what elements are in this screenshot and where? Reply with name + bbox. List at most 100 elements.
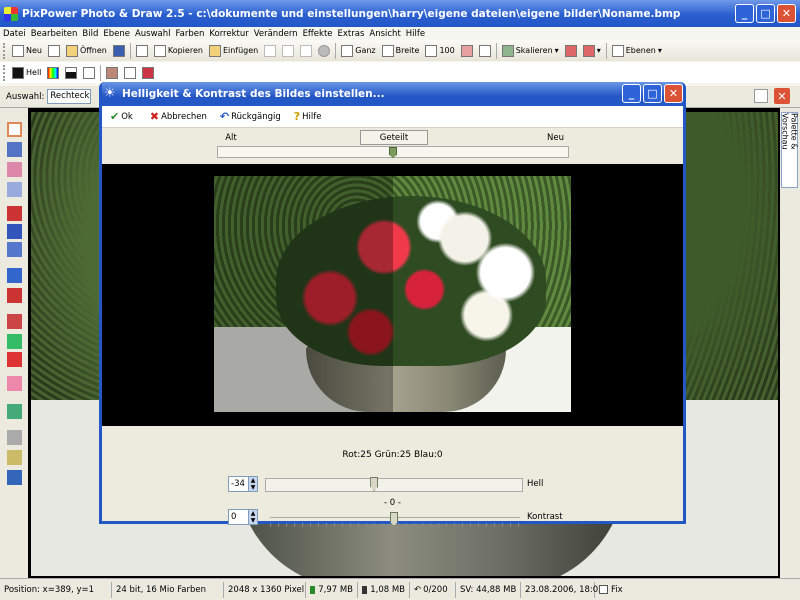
undo-arrow-icon: ↶ (414, 584, 422, 595)
record-button[interactable] (318, 44, 331, 57)
dialog-close-button[interactable]: ✕ (664, 84, 683, 103)
pipette-icon[interactable] (7, 314, 22, 329)
color-button[interactable] (47, 66, 60, 79)
ruler-icon[interactable] (7, 450, 22, 465)
light-button[interactable]: Hell (12, 66, 41, 79)
close-document-icon[interactable]: ✕ (774, 88, 790, 104)
pen-icon[interactable] (7, 206, 22, 221)
status-undo-value: 0/200 (423, 584, 448, 595)
status-sv: SV: 44,88 MB (456, 581, 521, 598)
print-button[interactable] (135, 44, 148, 57)
contrast-spinbox[interactable]: 0 ▲ ▼ (228, 509, 258, 525)
screen-button[interactable] (478, 44, 491, 57)
filter-button-3[interactable] (142, 66, 155, 79)
contrast-track[interactable] (270, 512, 520, 526)
scissors-icon (264, 44, 277, 57)
cut-button[interactable] (264, 44, 277, 57)
copy-label: Kopieren (167, 46, 203, 55)
rect-select-icon[interactable] (7, 122, 22, 137)
dialog-minimize-button[interactable]: _ (622, 84, 641, 103)
cancel-button[interactable]: ✖ Abbrechen (150, 110, 207, 123)
zoom-100-button[interactable]: 100 (425, 44, 455, 57)
page-icon (341, 44, 354, 57)
new-image-button[interactable] (47, 44, 60, 57)
fix-checkbox[interactable] (599, 585, 608, 594)
grid-button[interactable] (460, 44, 473, 57)
shapes-icon[interactable] (7, 288, 22, 303)
spray-icon[interactable] (7, 352, 22, 367)
text-tool-icon[interactable] (7, 268, 22, 283)
ok-button[interactable]: ✔ Ok (110, 110, 133, 123)
close-button[interactable]: ✕ (777, 4, 796, 23)
maximize-button[interactable]: □ (756, 4, 775, 23)
cross-icon: ✖ (149, 110, 160, 123)
brightness-track[interactable] (265, 477, 523, 492)
histogram-button[interactable] (65, 66, 78, 79)
zoom-width-button[interactable]: Breite (381, 44, 419, 57)
fill-icon[interactable] (7, 334, 22, 349)
status-size: 2048 x 1360 Pixel (224, 581, 306, 598)
magic-wand-icon[interactable] (7, 162, 22, 177)
menu-korrektur[interactable]: Korrektur (209, 29, 248, 39)
rotate-button[interactable]: ▾ (582, 44, 601, 57)
layers-button[interactable]: Ebenen ▾ (611, 44, 662, 57)
layers-label: Ebenen (625, 46, 656, 55)
toolbar-grip[interactable] (3, 64, 6, 81)
status-colors: 24 bit, 16 Mio Farben (112, 581, 224, 598)
eraser-icon[interactable] (7, 376, 22, 391)
spin-arrows-icon[interactable]: ▲ ▼ (248, 477, 257, 491)
paste-icon (208, 44, 221, 57)
split-slider-thumb[interactable] (389, 147, 397, 158)
selection-mode-field[interactable]: Rechteck (47, 89, 92, 104)
line-icon[interactable] (7, 224, 22, 239)
clone-icon[interactable] (7, 404, 22, 419)
tab-split[interactable]: Geteilt (360, 130, 428, 145)
menu-extras[interactable]: Extras (338, 29, 365, 39)
menu-hilfe[interactable]: Hilfe (406, 29, 425, 39)
palette-preview-tab[interactable]: Palette & Vorschau (781, 112, 799, 188)
menu-bearbeiten[interactable]: Bearbeiten (31, 29, 78, 39)
cursor-icon[interactable] (754, 89, 768, 103)
undo-toolbar-button[interactable] (282, 44, 295, 57)
filter-button-2[interactable] (124, 66, 137, 79)
menu-bild[interactable]: Bild (82, 29, 98, 39)
menu-datei[interactable]: Datei (3, 29, 26, 39)
open-button[interactable]: Öffnen (65, 44, 107, 57)
separator (100, 64, 102, 81)
zoom-whole-button[interactable]: Ganz (341, 44, 376, 57)
paste-button[interactable]: Einfügen (208, 44, 258, 57)
menu-farben[interactable]: Farben (176, 29, 205, 39)
crop-tool-icon[interactable] (7, 142, 22, 157)
scale-button[interactable]: Skalieren ▾ (501, 44, 559, 57)
zoom-tool-icon[interactable] (7, 182, 22, 197)
gradation-button[interactable] (83, 66, 96, 79)
crop-button[interactable] (564, 44, 577, 57)
split-slider[interactable] (217, 146, 569, 158)
toolbar-grip[interactable] (3, 42, 6, 59)
crop-icon (564, 44, 577, 57)
preview-original-half (214, 176, 393, 412)
brush-icon[interactable] (7, 242, 22, 257)
copy-button[interactable]: Kopieren (153, 44, 203, 57)
undo-button[interactable]: ↶ Rückgängig (220, 110, 281, 123)
brightness-thumb[interactable] (370, 477, 379, 491)
menu-ansicht[interactable]: Ansicht (369, 29, 400, 39)
menu-auswahl[interactable]: Auswahl (135, 29, 171, 39)
status-memory-2: 1,08 MB (358, 581, 410, 598)
measure-icon[interactable] (7, 470, 22, 485)
menu-effekte[interactable]: Effekte (303, 29, 333, 39)
dialog-maximize-button[interactable]: □ (643, 84, 662, 103)
grid-tool-icon[interactable] (7, 430, 22, 445)
filter-button-1[interactable] (106, 66, 119, 79)
brightness-spinbox[interactable]: -34 ▲ ▼ (228, 476, 258, 492)
menu-ebene[interactable]: Ebene (103, 29, 130, 39)
tab-old[interactable]: Alt (102, 130, 360, 145)
redo-toolbar-button[interactable] (300, 44, 313, 57)
save-button[interactable] (112, 44, 125, 57)
minimize-button[interactable]: _ (735, 4, 754, 23)
menu-veraendern[interactable]: Verändern (254, 29, 298, 39)
spin-arrows-icon[interactable]: ▲ ▼ (248, 510, 257, 524)
help-button[interactable]: ? Hilfe (294, 110, 322, 123)
tab-new[interactable]: Neu (428, 130, 683, 145)
new-button[interactable]: Neu (12, 44, 42, 57)
